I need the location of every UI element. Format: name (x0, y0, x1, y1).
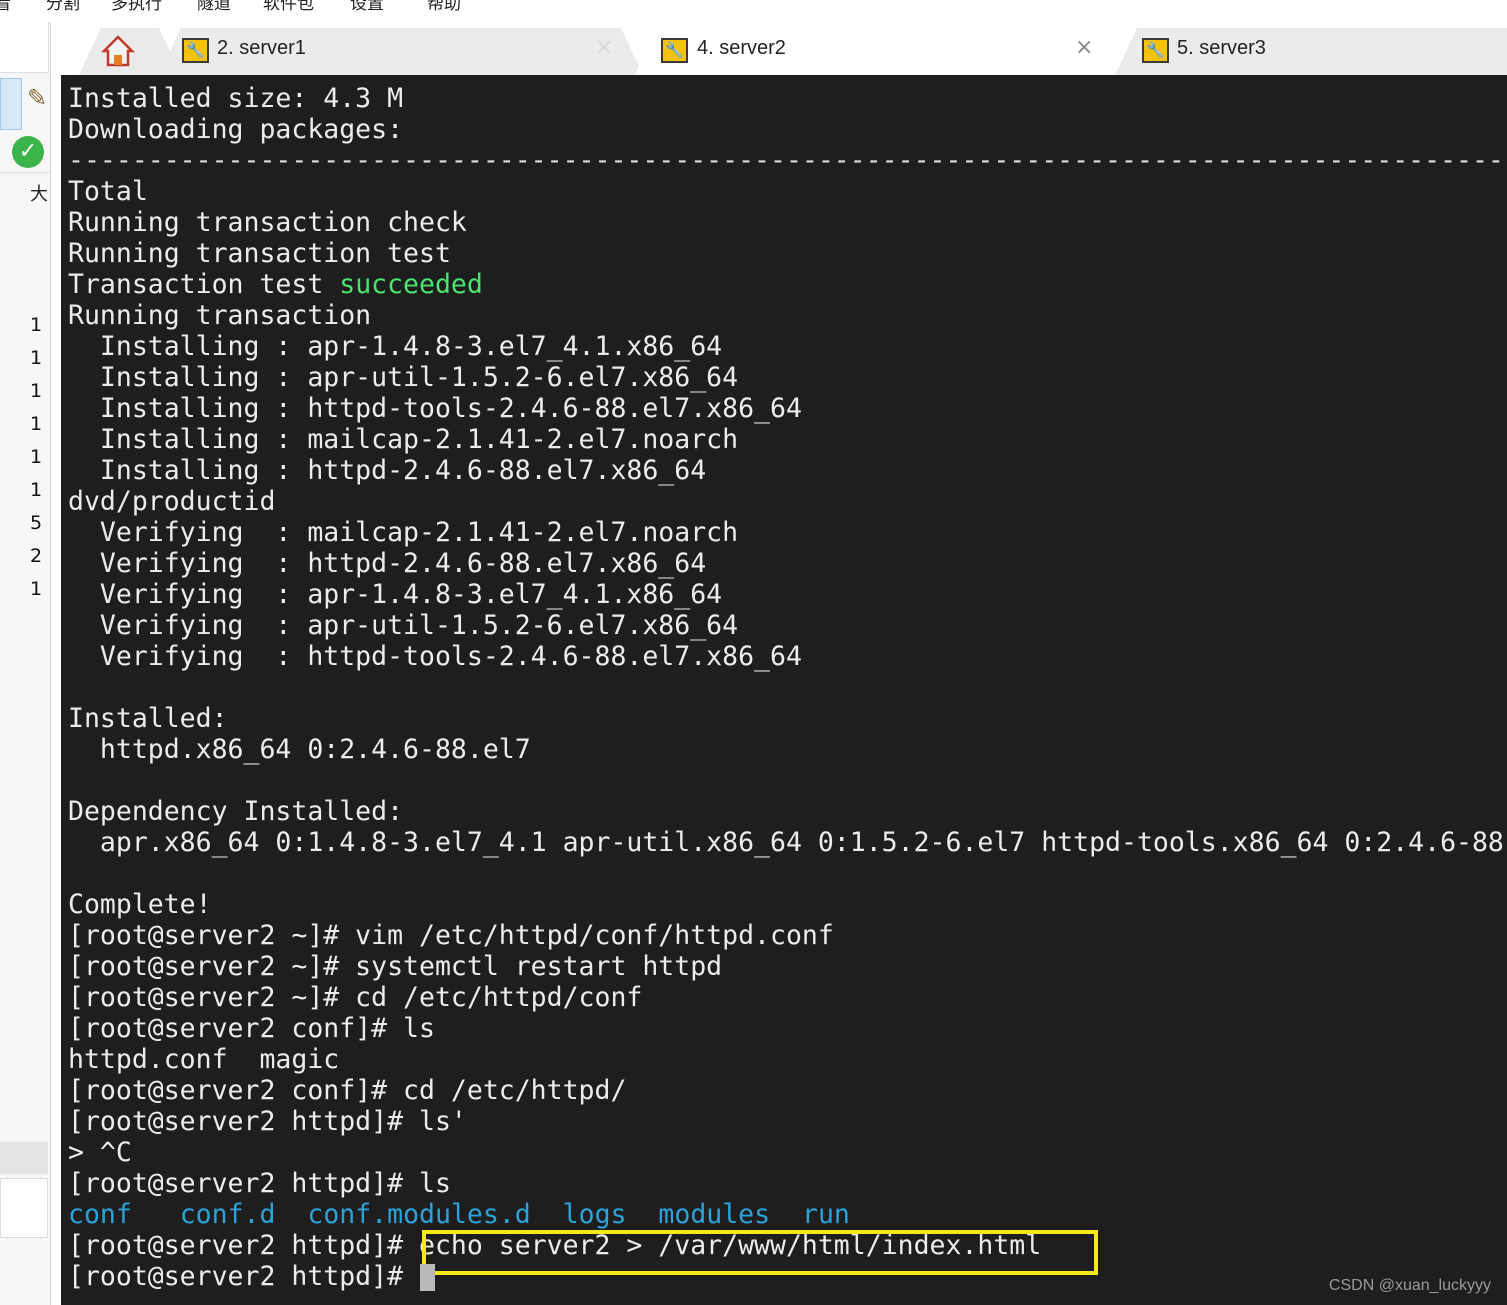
dir-entry: modules (658, 1199, 771, 1230)
close-icon[interactable]: × (1075, 35, 1093, 60)
tab-server3[interactable]: 🔧 5. server3 (1115, 28, 1507, 75)
sidebar-count: 1 (30, 347, 43, 369)
terminal-line: Installing : apr-util-1.5.2-6.el7.x86_64 (68, 362, 739, 393)
sidebar-count: 1 (30, 314, 43, 336)
menu-bar: 看 分割 多执行 隧道 软件包 设置 帮助 (0, 0, 1507, 22)
menu-item-settings[interactable]: 设置 (350, 0, 384, 14)
tab-server2[interactable]: 🔧 4. server2 × (635, 28, 1131, 75)
highlight-box (422, 1230, 1098, 1275)
tab-label: 2. server1 (217, 37, 306, 59)
terminal-line: Complete! (68, 889, 212, 920)
menu-item-packages[interactable]: 软件包 (263, 0, 314, 14)
terminal-line: dvd/productid (68, 486, 276, 517)
terminal-line: > ^C (68, 1137, 132, 1168)
sidebar-divider (0, 172, 50, 173)
tab-label: 4. server2 (697, 37, 786, 59)
terminal-line: Installing : httpd-2.4.6-88.el7.x86_64 (68, 455, 707, 486)
sidebar-count: 1 (30, 578, 43, 600)
terminal-line: Installed: (68, 703, 228, 734)
watermark: CSDN @xuan_luckyyy (1328, 1277, 1491, 1294)
terminal-output[interactable]: Installed size: 4.3 M Downloading packag… (61, 75, 1507, 1305)
terminal-line: Verifying : apr-util-1.5.2-6.el7.x86_64 (68, 610, 739, 641)
wrench-icon: 🔧 (182, 38, 209, 63)
terminal-separator: ----------------------------------------… (68, 145, 1507, 176)
sidebar-bottom-box (0, 1178, 48, 1238)
home-icon (101, 34, 135, 68)
dir-entry: run (802, 1199, 850, 1230)
menu-item-tunnel[interactable]: 隧道 (197, 0, 231, 14)
terminal-line: [root@server2 httpd]# ls (68, 1168, 451, 1199)
wand-icon[interactable]: ✎ (27, 84, 47, 112)
sidebar-top-box[interactable] (0, 22, 49, 73)
terminal-text: Transaction test (68, 269, 340, 300)
wrench-icon: 🔧 (1142, 38, 1169, 63)
terminal-line: [root@server2 conf]# ls (68, 1013, 435, 1044)
terminal-line: Verifying : httpd-tools-2.4.6-88.el7.x86… (68, 641, 802, 672)
dir-entry: logs (562, 1199, 627, 1230)
sidebar-count: 1 (30, 479, 43, 501)
menu-item-split[interactable]: 分割 (46, 0, 80, 14)
terminal-line: httpd.conf magic (68, 1044, 340, 1075)
terminal-line: [root@server2 ~]# vim /etc/httpd/conf/ht… (68, 920, 834, 951)
ls-output-line: conf conf.d conf.modules.d logs modules … (68, 1199, 850, 1230)
sidebar-selected-item[interactable] (0, 78, 22, 130)
sidebar-count: 1 (30, 446, 43, 468)
terminal-prompt: [root@server2 httpd]# (68, 1261, 419, 1292)
terminal-line: [root@server2 conf]# cd /etc/httpd/ (68, 1075, 627, 1106)
dir-entry: conf.modules.d (307, 1199, 531, 1230)
terminal-cursor (420, 1264, 435, 1291)
terminal-line: [root@server2 httpd]# ls' (68, 1106, 467, 1137)
terminal-line: [root@server2 ~]# systemctl restart http… (68, 951, 723, 982)
terminal-line: Verifying : httpd-2.4.6-88.el7.x86_64 (68, 548, 707, 579)
menu-item-multiexec[interactable]: 多执行 (111, 0, 162, 14)
close-icon[interactable]: × (595, 35, 613, 60)
terminal-line: Running transaction (68, 300, 372, 331)
tab-server1[interactable]: 🔧 2. server1 × (159, 28, 643, 75)
dir-entry: conf (68, 1199, 132, 1230)
success-text: succeeded (339, 269, 483, 300)
terminal-line: Dependency Installed: (68, 796, 404, 827)
terminal-line: Verifying : mailcap-2.1.41-2.el7.noarch (68, 517, 739, 548)
terminal-line: Running transaction test (68, 238, 451, 269)
terminal-line: Installing : mailcap-2.1.41-2.el7.noarch (68, 424, 739, 455)
sidebar-count: 1 (30, 380, 43, 402)
sidebar-count: 2 (30, 545, 43, 567)
terminal-line: Verifying : apr-1.4.8-3.el7_4.1.x86_64 (68, 579, 723, 610)
terminal-line: httpd.x86_64 0:2.4.6-88.el7 (68, 734, 531, 765)
terminal-line: Running transaction check (68, 207, 467, 238)
wrench-icon: 🔧 (661, 38, 688, 63)
terminal-line: Installed size: 4.3 M (68, 83, 404, 114)
left-side-panel: ✎ ✓ 大 1 1 1 1 1 1 5 2 1 (0, 22, 51, 1305)
checkmark-icon[interactable]: ✓ (12, 136, 44, 168)
menu-item-help[interactable]: 帮助 (427, 0, 461, 14)
dir-entry: conf.d (179, 1199, 276, 1230)
terminal-line: Installing : httpd-tools-2.4.6-88.el7.x8… (68, 393, 802, 424)
terminal-line: Total (68, 176, 148, 207)
terminal-line: [root@server2 ~]# cd /etc/httpd/conf (68, 982, 643, 1013)
terminal-line: apr.x86_64 0:1.4.8-3.el7_4.1 apr-util.x8… (68, 827, 1504, 858)
sidebar-count: 5 (30, 512, 43, 534)
terminal-line: Transaction test succeeded (68, 269, 483, 300)
menu-item-view[interactable]: 看 (0, 0, 11, 14)
sidebar-label: 大 (30, 184, 48, 205)
sidebar-scroll-region[interactable] (0, 1142, 48, 1174)
tab-label: 5. server3 (1177, 37, 1266, 59)
tab-bar: 🔧 2. server1 × 🔧 4. server2 × 🔧 5. serve… (61, 28, 1507, 75)
terminal-line: Downloading packages: (68, 114, 404, 145)
sidebar-count: 1 (30, 413, 43, 435)
terminal-line: Installing : apr-1.4.8-3.el7_4.1.x86_64 (68, 331, 723, 362)
